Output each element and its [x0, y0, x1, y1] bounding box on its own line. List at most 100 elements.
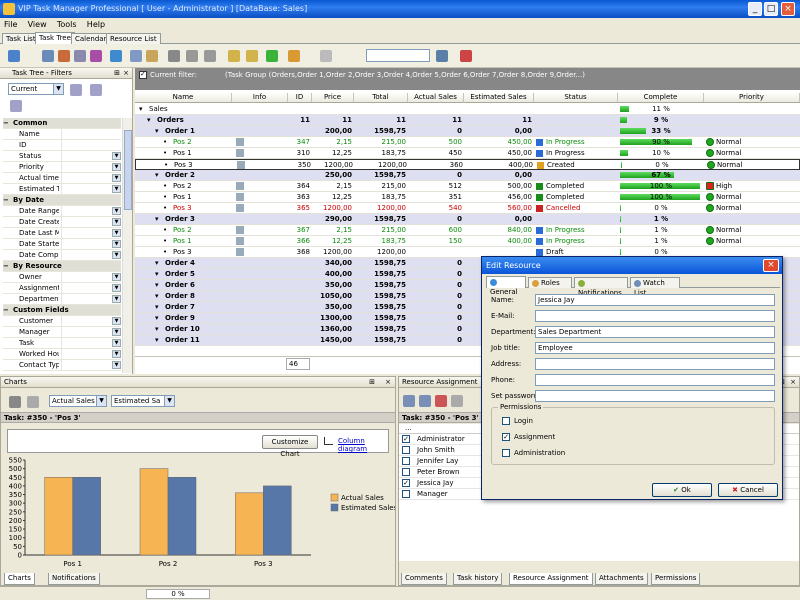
column-header-est[interactable]: Estimated Sales — [464, 93, 534, 103]
field-address[interactable] — [535, 358, 775, 370]
dialog-tab-watch-list[interactable]: Watch List — [630, 277, 680, 297]
toolbar-combo[interactable] — [366, 49, 430, 62]
chevron-down-icon[interactable]: ▼ — [112, 339, 121, 347]
info-icon[interactable] — [236, 226, 244, 234]
tab-attachments[interactable]: Attachments — [595, 573, 648, 585]
filter-row-value[interactable]: ▼ — [61, 327, 121, 337]
filter-row[interactable]: Priority ▼ — [3, 162, 121, 173]
filter-row[interactable]: Owner ▼ — [3, 272, 121, 283]
unassign-icon[interactable] — [419, 395, 431, 407]
table-row[interactable]: • Pos 2 367 2,15 215,00 600 840,00 In Progress 1… — [135, 225, 800, 236]
menu-tools[interactable]: Tools — [53, 18, 81, 32]
filter-row-value[interactable] — [61, 129, 121, 139]
filter-row-value[interactable]: ▼ — [61, 338, 121, 348]
filter-category[interactable]: − By Date — [3, 195, 121, 206]
tab-calendar[interactable]: Calendar — [71, 33, 111, 44]
filter-category[interactable]: − Common — [3, 118, 121, 129]
delete-icon[interactable] — [58, 50, 70, 62]
refresh-icon[interactable] — [266, 50, 278, 62]
filter-row[interactable]: Contact Typ ▼ — [3, 360, 121, 371]
print-icon[interactable] — [320, 50, 332, 62]
chevron-down-icon[interactable]: ▼ — [53, 84, 63, 94]
collapse-icon[interactable]: − — [3, 196, 9, 204]
filter-row-value[interactable]: ▼ — [61, 349, 121, 359]
tab-notifications[interactable]: Notifications — [48, 573, 100, 585]
permission-checkbox[interactable] — [502, 449, 510, 457]
filter-row[interactable]: Customer ▼ — [3, 316, 121, 327]
table-row[interactable]: ▾ Orders 11 11 11 11 11 9 % — [135, 115, 800, 126]
remove-icon[interactable] — [460, 50, 472, 62]
filter-row-value[interactable]: ▼ — [61, 173, 121, 183]
assign-icon[interactable] — [403, 395, 415, 407]
field-set-password[interactable] — [535, 390, 775, 402]
view-icon[interactable] — [288, 50, 300, 62]
filter-row[interactable]: Actual time ▼ — [3, 173, 121, 184]
field-department[interactable]: Sales Department — [535, 326, 775, 338]
table-row[interactable]: • Pos 1 366 12,25 183,75 150 400,00 In Progress… — [135, 236, 800, 247]
filter-row[interactable]: Worked Hou ▼ — [3, 349, 121, 360]
filter-enabled-checkbox[interactable]: ✓ — [139, 70, 147, 79]
pin-icon[interactable]: ⊞ — [114, 68, 120, 78]
table-row[interactable]: • Pos 2 347 2,15 215,00 500 450,00 In Progress 9… — [135, 137, 800, 148]
assign-checkbox[interactable] — [402, 468, 410, 476]
menu-view[interactable]: View — [24, 18, 51, 32]
filter-row-value[interactable]: ▼ — [61, 360, 121, 370]
resource-options-icon[interactable] — [451, 395, 463, 407]
chevron-down-icon[interactable]: ▼ — [112, 317, 121, 325]
chevron-down-icon[interactable]: ▼ — [112, 207, 121, 215]
remove-resource-icon[interactable] — [435, 395, 447, 407]
permission-checkbox[interactable]: ✓ — [502, 433, 510, 441]
chevron-down-icon[interactable]: ▼ — [112, 152, 121, 160]
dialog-tab-general[interactable]: General — [486, 276, 526, 296]
pin-icon[interactable]: ⊞ — [369, 377, 375, 387]
tab-comments[interactable]: Comments — [401, 573, 447, 585]
maximize-button[interactable]: □ — [764, 2, 778, 16]
filter-row[interactable]: Date Last M ▼ — [3, 228, 121, 239]
move-updown-icon[interactable] — [168, 50, 180, 62]
assign-checkbox[interactable] — [402, 457, 410, 465]
filter-row-value[interactable]: ▼ — [61, 316, 121, 326]
filter-row-value[interactable]: ▼ — [61, 151, 121, 161]
chevron-down-icon[interactable]: ▼ — [112, 361, 121, 369]
collapse-icon[interactable]: − — [3, 306, 9, 314]
chevron-down-icon[interactable]: ▼ — [112, 240, 121, 248]
dialog-tab-notifications[interactable]: Notifications — [574, 277, 628, 297]
minimize-button[interactable]: _ — [748, 2, 762, 16]
chevron-down-icon[interactable]: ▼ — [164, 396, 174, 406]
table-row[interactable]: ▾ Sales 11 % — [135, 104, 800, 115]
series2-select[interactable]: Estimated Sa ▼ — [111, 395, 175, 407]
chevron-down-icon[interactable]: ▼ — [112, 350, 121, 358]
collapse-icon[interactable]: − — [3, 262, 9, 270]
print-chart-icon[interactable] — [9, 396, 21, 408]
table-row[interactable]: • Pos 2 364 2,15 215,00 512 500,00 Completed 100… — [135, 181, 800, 192]
tab-task-tree[interactable]: Task Tree — [35, 32, 75, 44]
filter-icon[interactable] — [90, 50, 102, 62]
chevron-down-icon[interactable]: ▼ — [112, 163, 121, 171]
filter-row[interactable]: Task ▼ — [3, 338, 121, 349]
permission-checkbox[interactable] — [502, 417, 510, 425]
filter-row-value[interactable] — [61, 140, 121, 150]
field-name[interactable]: Jessica Jay — [535, 294, 775, 306]
column-header-priority[interactable]: Priority — [704, 93, 800, 103]
info-icon[interactable] — [236, 149, 244, 157]
assign-checkbox[interactable] — [402, 446, 410, 454]
tab-permissions[interactable]: Permissions — [651, 573, 701, 585]
filter-row[interactable]: Manager ▼ — [3, 327, 121, 338]
filter-row-value[interactable]: ▼ — [61, 162, 121, 172]
tree-collapse-icon[interactable] — [246, 50, 258, 62]
table-row[interactable]: • Pos 3 365 1200,00 1200,00 540 560,00 Cancelle… — [135, 203, 800, 214]
series1-select[interactable]: Actual Sales ▼ — [49, 395, 107, 407]
save-icon[interactable] — [436, 50, 448, 62]
column-header-id[interactable]: ID — [288, 93, 312, 103]
column-diagram-link[interactable]: Column diagram — [338, 437, 388, 453]
tab-task-history[interactable]: Task history — [453, 573, 503, 585]
filter-row[interactable]: Department ▼ — [3, 294, 121, 305]
menu-help[interactable]: Help — [83, 18, 109, 32]
info-icon[interactable] — [236, 248, 244, 256]
tab-resource-list[interactable]: Resource List — [106, 33, 161, 44]
move-down-icon[interactable] — [204, 50, 216, 62]
tab-task-list[interactable]: Task List — [2, 33, 40, 44]
filter-clear-icon[interactable] — [90, 84, 102, 96]
info-icon[interactable] — [236, 204, 244, 212]
chevron-down-icon[interactable]: ▼ — [112, 328, 121, 336]
